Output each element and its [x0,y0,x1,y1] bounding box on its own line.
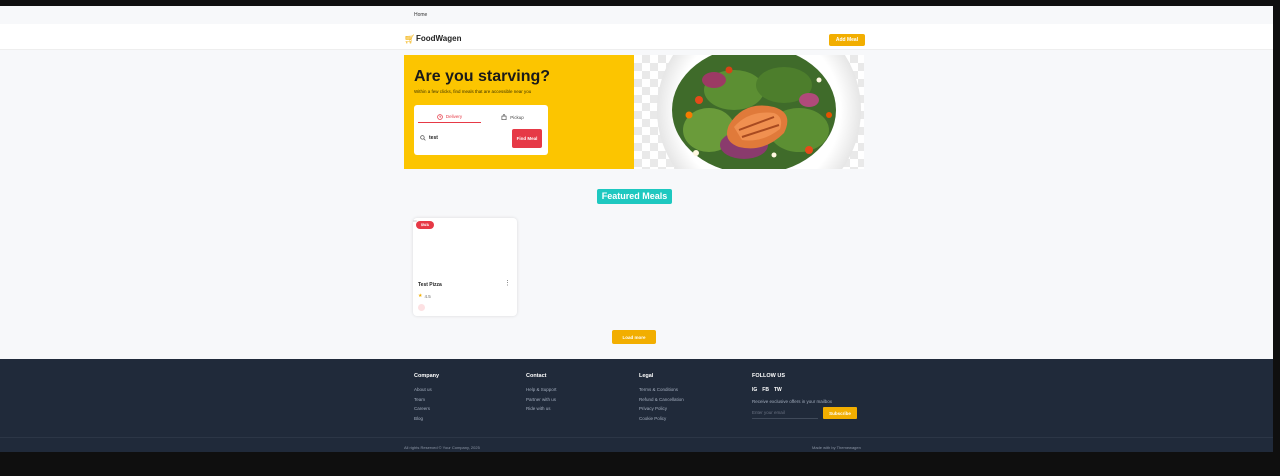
email-field[interactable] [752,407,818,419]
meal-search-input[interactable]: test [420,130,512,146]
delivery-mode-tabs: Delivery Pickup [418,111,544,123]
footer-heading: Contact [526,373,547,379]
search-card: Delivery Pickup test Find Meal [414,105,548,155]
footer-link[interactable]: Cookie Policy [639,416,684,426]
made-with-text: Made with by Themewagen [812,445,861,450]
star-icon: ★ [418,293,423,299]
top-navbar: 🛒︎ FoodWagen Add Meal [0,24,1273,50]
breadcrumb[interactable]: Home [414,12,427,18]
footer-column-follow: FOLLOW US IG FB TW Receive exclusive off… [752,373,872,419]
facebook-link[interactable]: FB [762,387,769,393]
bag-icon [501,114,507,120]
cart-icon: 🛒︎ [404,33,416,44]
copyright-text: All rights Reserved © Your Company, 2025 [404,445,480,450]
footer-link[interactable]: Terms & Conditions [639,387,684,397]
featured-meals-title: Featured Meals [597,189,672,204]
footer-link[interactable]: Ride with us [526,406,557,416]
meal-card[interactable]: ▭ $N/A Test Pizza ⋮ ★ 4.5 [413,218,517,316]
footer-link[interactable]: Help & Support [526,387,557,397]
instagram-link[interactable]: IG [752,387,757,393]
footer-link[interactable]: Careers [414,406,439,416]
footer-heading: FOLLOW US [752,373,785,379]
tab-delivery-label: Delivery [445,114,463,119]
more-vertical-icon[interactable]: ⋮ [504,280,511,287]
social-links: IG FB TW [752,387,872,393]
newsletter-text: Receive exclusive offers in your mailbox [752,399,832,404]
clock-icon [437,113,443,120]
status-indicator [418,304,425,311]
tab-pickup[interactable]: Pickup [481,111,544,123]
price-badge: $N/A [416,221,434,229]
load-more-button[interactable]: Load more [612,330,656,344]
hero-salad-image [634,55,864,169]
footer-divider [0,437,1273,438]
footer-heading: Legal [639,373,654,379]
page: Home 🛒︎ FoodWagen Add Meal Are you starv… [0,6,1273,452]
twitter-link[interactable]: TW [774,387,782,393]
salad-plate-illustration [657,55,861,169]
meal-name: Test Pizza [418,282,442,288]
tab-delivery[interactable]: Delivery [418,111,481,123]
footer-column-company: Company About us Team Careers Blog [414,373,439,425]
footer-heading: Company [414,373,440,379]
footer-link[interactable]: Refund & Cancellation [639,397,684,407]
footer-column-legal: Legal Terms & Conditions Refund & Cancel… [639,373,684,425]
hero-banner: Are you starving? Within a few clicks, f… [404,55,864,169]
tab-pickup-label: Pickup [510,114,524,120]
newsletter-form: Subscribe [752,407,857,419]
add-meal-button[interactable]: Add Meal [829,34,865,46]
search-icon [420,135,426,141]
rating-value: 4.5 [424,293,431,299]
meal-rating: ★ 4.5 [418,293,431,299]
brand-logo[interactable]: 🛒︎ FoodWagen [404,34,461,43]
search-value: test [429,135,438,141]
footer-link[interactable]: Partner with us [526,397,557,407]
hero-title: Are you starving? [414,68,551,85]
footer: Company About us Team Careers Blog Conta… [0,359,1273,452]
find-meal-button[interactable]: Find Meal [512,129,542,148]
hero-subtitle: Within a few clicks, find meals that are… [414,89,532,94]
footer-link[interactable]: Team [414,397,439,407]
subscribe-button[interactable]: Subscribe [823,407,857,419]
footer-column-contact: Contact Help & Support Partner with us R… [526,373,557,416]
scrollbar[interactable] [1273,6,1280,452]
footer-link[interactable]: Privacy Policy [639,406,684,416]
brand-name: FoodWagen [416,34,462,43]
footer-link[interactable]: Blog [414,416,439,426]
footer-link[interactable]: About us [414,387,439,397]
